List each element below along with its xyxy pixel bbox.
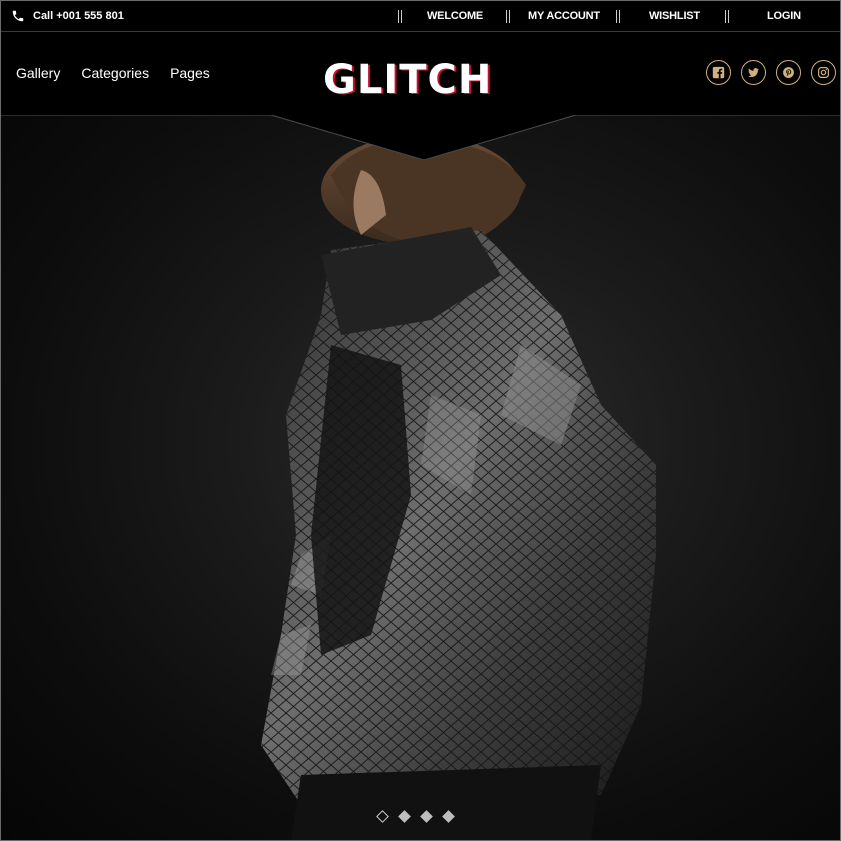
hero-slide-image[interactable]	[1, 115, 840, 840]
phone-icon	[12, 10, 24, 22]
instagram-icon[interactable]	[811, 60, 836, 85]
site-logo[interactable]: GLITCH	[323, 60, 492, 100]
nav-pages[interactable]: Pages	[170, 65, 210, 81]
pinterest-icon[interactable]	[776, 60, 801, 85]
call-info[interactable]: Call +001 555 801	[11, 9, 124, 23]
model-figure	[261, 135, 656, 840]
main-header: Gallery Categories Pages GLITCH	[1, 32, 840, 115]
separator	[725, 10, 729, 23]
separator	[398, 10, 402, 23]
facebook-icon[interactable]	[706, 60, 731, 85]
separator	[616, 10, 620, 23]
twitter-icon[interactable]	[741, 60, 766, 85]
my-account-link[interactable]: MY ACCOUNT	[528, 10, 600, 22]
call-text: Call +001 555 801	[33, 10, 124, 22]
wishlist-link[interactable]: WISHLIST	[649, 10, 700, 22]
social-links	[706, 60, 836, 85]
login-link[interactable]: LOGIN	[767, 10, 801, 22]
main-nav: Gallery Categories Pages	[16, 65, 210, 81]
nav-categories[interactable]: Categories	[81, 65, 149, 81]
nav-gallery[interactable]: Gallery	[16, 65, 60, 81]
slide-dot-1[interactable]	[376, 810, 389, 823]
slide-dot-2[interactable]	[398, 810, 411, 823]
separator	[506, 10, 510, 23]
slide-dot-4[interactable]	[442, 810, 455, 823]
top-bar: Call +001 555 801 WELCOME MY ACCOUNT WIS…	[1, 1, 840, 32]
slide-dot-3[interactable]	[420, 810, 433, 823]
page: Call +001 555 801 WELCOME MY ACCOUNT WIS…	[0, 0, 841, 841]
welcome-link[interactable]: WELCOME	[427, 10, 483, 22]
header-chevron	[1, 114, 840, 161]
slider-dots	[376, 810, 455, 823]
